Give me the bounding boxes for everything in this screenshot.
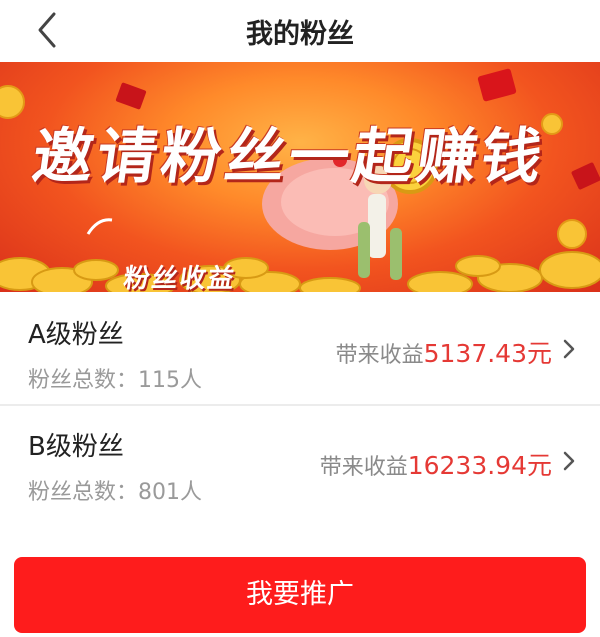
income: 带来收益16233.94元 [320,446,552,482]
fan-level-name: B级粉丝 [28,432,124,462]
fan-level-a-row[interactable]: A级粉丝 粉丝总数：115人 带来收益5137.43元 [0,294,600,406]
fan-count-value: 115人 [138,368,203,393]
fan-count-label: 粉丝总数： [28,368,139,393]
chevron-right-icon [562,338,576,360]
fan-level-b-row[interactable]: B级粉丝 粉丝总数：801人 带来收益16233.94元 [0,406,600,518]
page-title: 我的粉丝 [246,19,354,50]
banner-title: 邀请粉丝一起赚钱 [28,122,551,192]
banner-subtitle: 粉丝收益 [121,264,238,292]
income-label: 带来收益 [335,343,424,368]
fan-count-value: 801人 [138,480,203,505]
promote-button[interactable]: 我要推广 [14,557,586,633]
fan-count: 粉丝总数：115人 [28,362,202,394]
income: 带来收益5137.43元 [336,334,552,370]
income-value: 5137.43元 [423,339,552,368]
fan-level-name: A级粉丝 [28,320,124,350]
fan-count-label: 粉丝总数： [28,480,139,505]
promo-banner[interactable]: 邀请粉丝一起赚钱 粉丝收益 [0,62,600,292]
income-label: 带来收益 [319,455,408,480]
header-bar: 我的粉丝 [0,0,600,60]
chevron-right-icon [562,450,576,472]
income-value: 16233.94元 [407,451,552,480]
fan-count: 粉丝总数：801人 [28,474,202,506]
